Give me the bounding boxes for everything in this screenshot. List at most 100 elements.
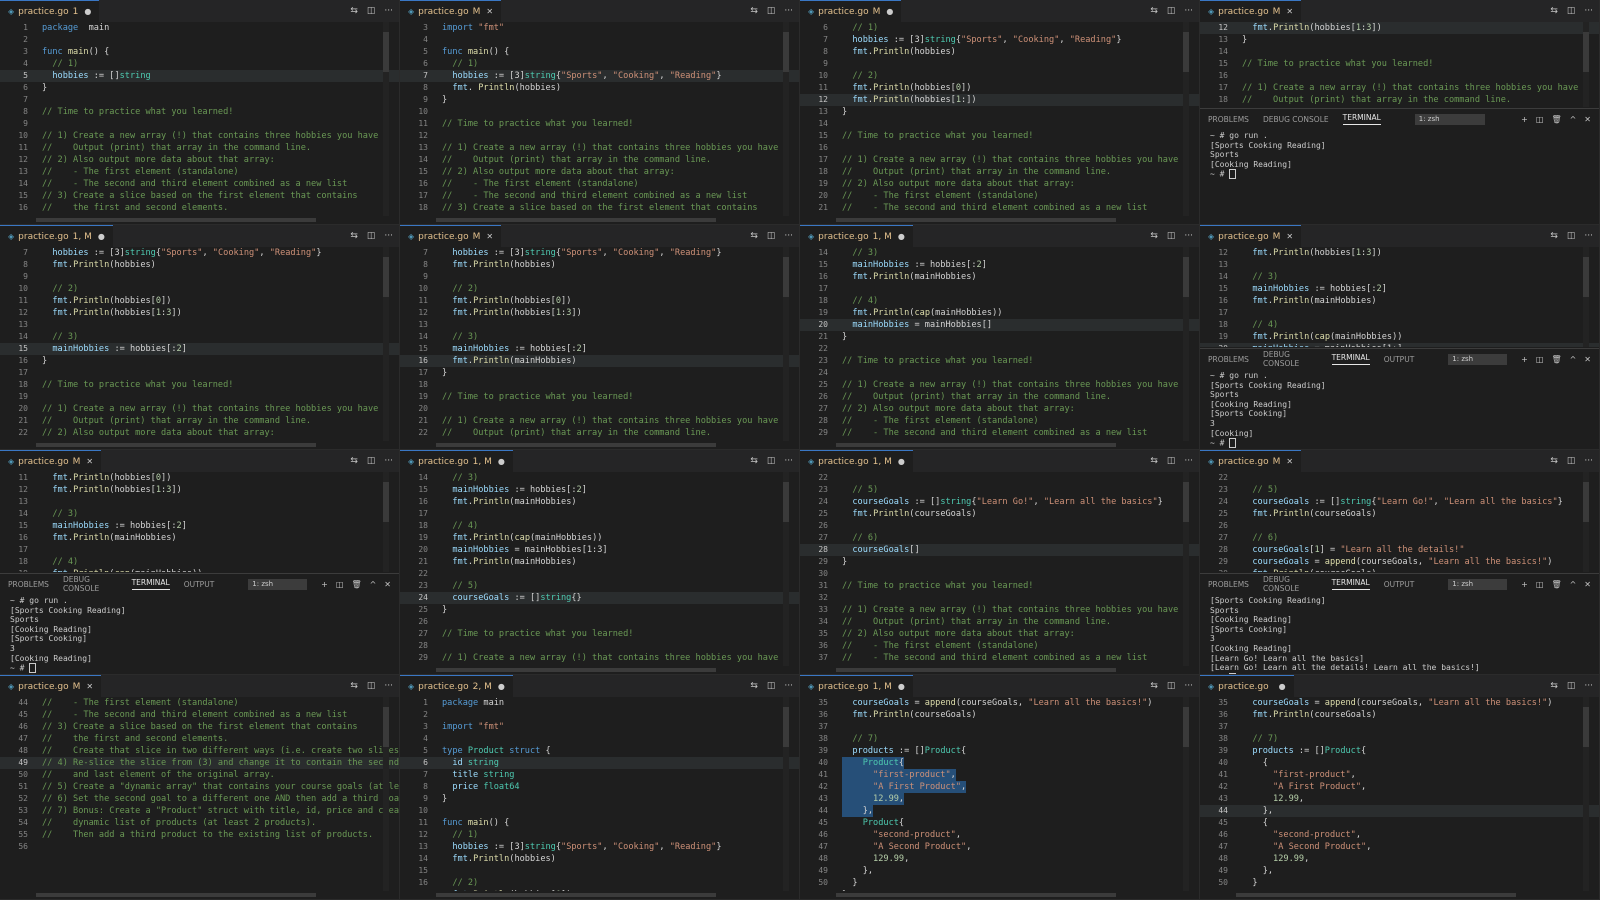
split-editor-icon[interactable]: ◫: [767, 6, 776, 16]
editor-tab[interactable]: ◈ practice.go M: [1200, 0, 1302, 22]
plus-icon[interactable]: +: [1521, 580, 1528, 589]
horizontal-scrollbar[interactable]: [836, 893, 1116, 897]
horizontal-scrollbar[interactable]: [36, 218, 316, 222]
editor-tab[interactable]: ◈ practice.go 1, M: [800, 450, 913, 472]
more-icon[interactable]: ···: [1184, 231, 1193, 241]
more-icon[interactable]: ···: [384, 6, 393, 16]
close-icon[interactable]: ✕: [1584, 355, 1591, 364]
scrollbar[interactable]: [1183, 22, 1189, 216]
panel-tab-terminal[interactable]: TERMINAL: [1331, 578, 1370, 590]
close-icon[interactable]: [86, 682, 93, 691]
compare-icon[interactable]: ⇆: [350, 6, 358, 16]
scrollbar[interactable]: [1583, 472, 1589, 572]
more-icon[interactable]: ···: [1184, 6, 1193, 16]
horizontal-scrollbar[interactable]: [436, 893, 716, 897]
scrollbar[interactable]: [383, 697, 389, 891]
panel-tab-problems[interactable]: PROBLEMS: [8, 580, 49, 589]
horizontal-scrollbar[interactable]: [836, 668, 1116, 672]
split-editor-icon[interactable]: ◫: [767, 231, 776, 241]
split-editor-icon[interactable]: ◫: [1167, 456, 1176, 466]
panel-tab-problems[interactable]: PROBLEMS: [1208, 355, 1249, 364]
split-editor-icon[interactable]: ◫: [367, 6, 376, 16]
split-icon[interactable]: ◫: [1536, 355, 1544, 364]
more-icon[interactable]: ···: [1584, 456, 1593, 466]
more-icon[interactable]: ···: [1584, 231, 1593, 241]
scrollbar[interactable]: [383, 472, 389, 572]
split-editor-icon[interactable]: ◫: [1567, 6, 1576, 16]
close-icon[interactable]: [86, 457, 93, 466]
compare-icon[interactable]: ⇆: [1550, 6, 1558, 16]
editor-tab[interactable]: ◈ practice.go M: [800, 0, 902, 22]
plus-icon[interactable]: +: [321, 580, 328, 589]
horizontal-scrollbar[interactable]: [36, 443, 316, 447]
more-icon[interactable]: ···: [1184, 681, 1193, 691]
panel-tab-terminal[interactable]: TERMINAL: [1342, 113, 1381, 125]
scrollbar[interactable]: [1183, 247, 1189, 441]
code-editor[interactable]: 7 hobbies := [3]string{"Sports", "Cookin…: [0, 247, 399, 441]
close-icon[interactable]: [1286, 232, 1293, 241]
close-icon[interactable]: ✕: [384, 580, 391, 589]
panel-tab-problems[interactable]: PROBLEMS: [1208, 580, 1249, 589]
horizontal-scrollbar[interactable]: [836, 443, 1116, 447]
panel-tab-output[interactable]: OUTPUT: [1384, 580, 1415, 589]
horizontal-scrollbar[interactable]: [836, 218, 1116, 222]
unsaved-dot-icon[interactable]: [898, 682, 905, 691]
code-editor[interactable]: 1 package main 2 3 import "fmt" 4 5 type Produc…: [400, 697, 799, 891]
editor-tab[interactable]: ◈ practice.go M: [1200, 450, 1302, 472]
more-icon[interactable]: ···: [784, 6, 793, 16]
trash-icon[interactable]: 🗑: [351, 580, 361, 589]
unsaved-dot-icon[interactable]: [498, 682, 505, 691]
compare-icon[interactable]: ⇆: [750, 231, 758, 241]
terminal-shell-select[interactable]: 1: zsh: [1448, 578, 1508, 590]
scrollbar[interactable]: [1183, 697, 1189, 891]
split-editor-icon[interactable]: ◫: [1567, 456, 1576, 466]
code-editor[interactable]: 22 23 // 5) 24 courseGoals := []string{"Le…: [800, 472, 1199, 666]
terminal-shell-select[interactable]: 1: zsh: [248, 578, 308, 590]
panel-tab-debug-console[interactable]: DEBUG CONSOLE: [1263, 350, 1318, 368]
editor-tab[interactable]: ◈ practice.go M: [400, 0, 502, 22]
editor-tab[interactable]: ◈ practice.go M: [400, 225, 502, 247]
panel-tab-debug-console[interactable]: DEBUG CONSOLE: [1263, 575, 1318, 593]
scrollbar[interactable]: [1583, 697, 1589, 891]
more-icon[interactable]: ···: [1584, 6, 1593, 16]
more-icon[interactable]: ···: [384, 456, 393, 466]
scrollbar[interactable]: [783, 22, 789, 216]
terminal-panel[interactable]: PROBLEMS DEBUG CONSOLE TERMINAL OUTPUT 1: zs…: [1200, 573, 1599, 674]
compare-icon[interactable]: ⇆: [750, 6, 758, 16]
editor-tab[interactable]: ◈ practice.go M: [0, 675, 102, 697]
close-icon[interactable]: [1286, 7, 1293, 16]
panel-tab-terminal[interactable]: TERMINAL: [1331, 353, 1370, 365]
split-editor-icon[interactable]: ◫: [1167, 681, 1176, 691]
code-editor[interactable]: 35 courseGoals = append(courseGoals, "Le…: [1200, 697, 1599, 891]
scrollbar[interactable]: [1583, 22, 1589, 107]
code-editor[interactable]: 11 fmt.Println(hobbies[0]) 12 fmt.Println…: [0, 472, 399, 572]
panel-tab-output[interactable]: OUTPUT: [184, 580, 215, 589]
compare-icon[interactable]: ⇆: [1550, 681, 1558, 691]
maximize-icon[interactable]: ^: [1570, 355, 1577, 364]
unsaved-dot-icon[interactable]: [498, 457, 505, 466]
compare-icon[interactable]: ⇆: [1550, 231, 1558, 241]
split-editor-icon[interactable]: ◫: [367, 231, 376, 241]
split-icon[interactable]: ◫: [336, 580, 344, 589]
scrollbar[interactable]: [783, 472, 789, 666]
panel-tab-problems[interactable]: PROBLEMS: [1208, 115, 1249, 124]
code-editor[interactable]: 3 import "fmt" 4 5 func main() {6 // 1) 7 hob…: [400, 22, 799, 216]
terminal-shell-select[interactable]: 1: zsh: [1448, 353, 1508, 365]
code-editor[interactable]: 7 hobbies := [3]string{"Sports", "Cookin…: [400, 247, 799, 441]
editor-tab[interactable]: ◈ practice.go M: [1200, 225, 1302, 247]
code-editor[interactable]: 1 package main 2 3 func main() {4 // 1) 5 hob…: [0, 22, 399, 216]
editor-tab[interactable]: ◈ practice.go 2, M: [400, 675, 513, 697]
panel-tab-output[interactable]: OUTPUT: [1384, 355, 1415, 364]
trash-icon[interactable]: 🗑: [1551, 355, 1561, 364]
split-editor-icon[interactable]: ◫: [1567, 681, 1576, 691]
terminal-panel[interactable]: PROBLEMS DEBUG CONSOLE TERMINAL 1: zsh + ◫ 🗑 ^ ✕…: [1200, 108, 1599, 224]
code-editor[interactable]: 12 fmt.Println(hobbies[1:3]) 13 14 // 3) 15…: [1200, 247, 1599, 347]
compare-icon[interactable]: ⇆: [1150, 681, 1158, 691]
code-editor[interactable]: 22 23 // 5) 24 courseGoals := []string{"Le…: [1200, 472, 1599, 572]
split-icon[interactable]: ◫: [1536, 115, 1544, 124]
editor-tab[interactable]: ◈ practice.go 1, M: [0, 225, 113, 247]
more-icon[interactable]: ···: [1584, 681, 1593, 691]
horizontal-scrollbar[interactable]: [436, 218, 716, 222]
unsaved-dot-icon[interactable]: [98, 232, 105, 241]
unsaved-dot-icon[interactable]: [898, 232, 905, 241]
